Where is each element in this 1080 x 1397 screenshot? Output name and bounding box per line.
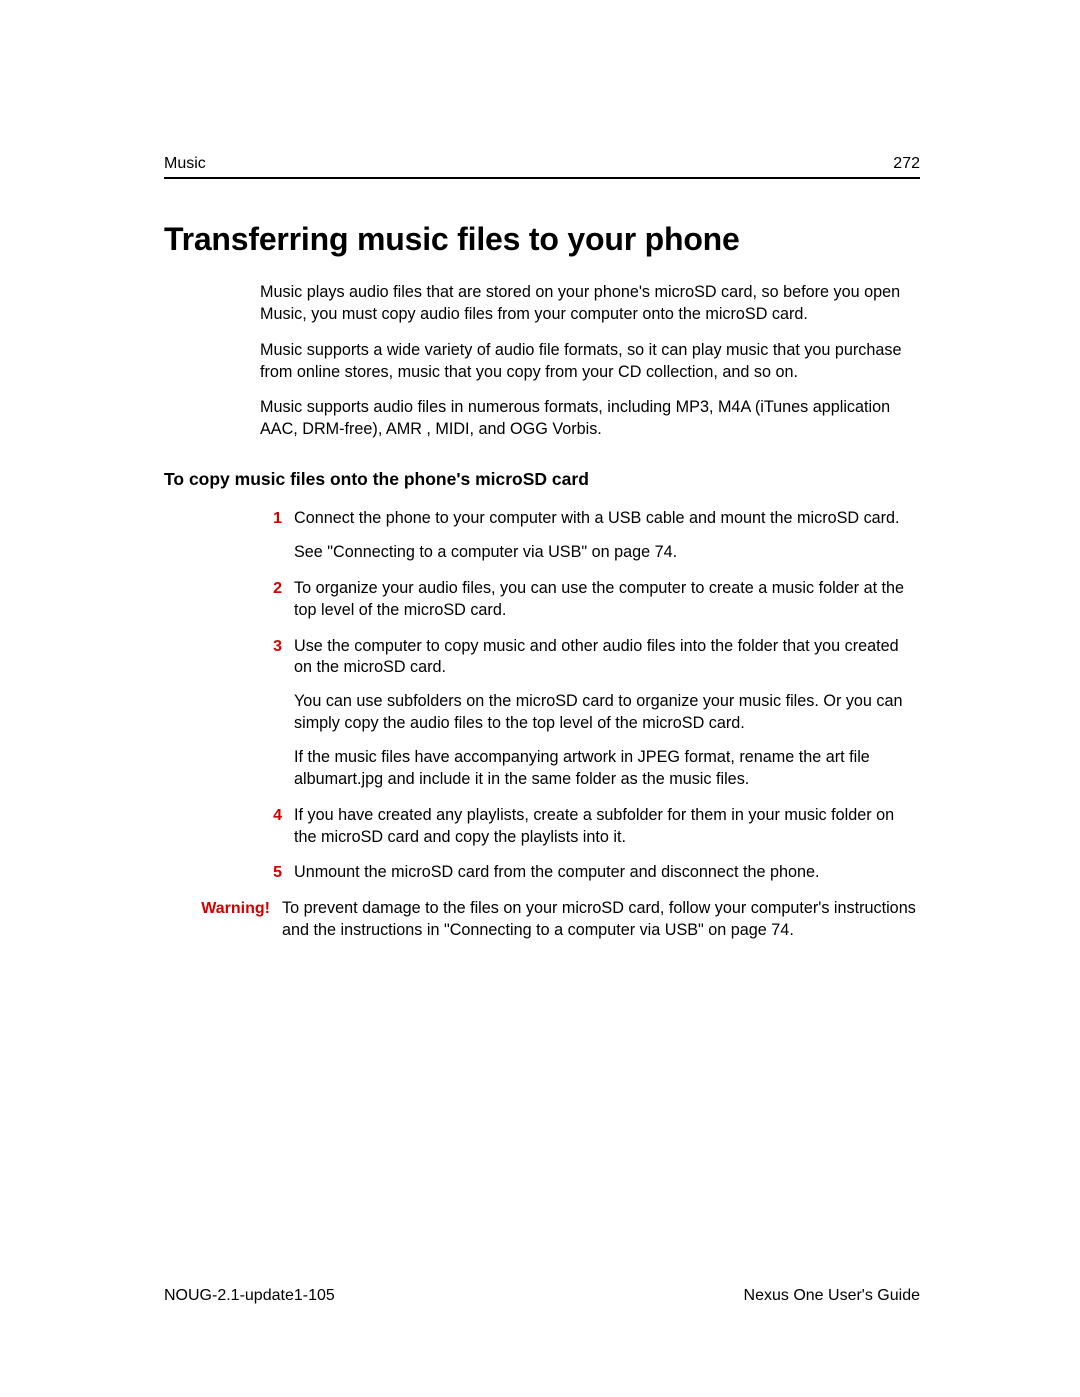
header-section: Music — [164, 155, 206, 173]
step-body: If you have created any playlists, creat… — [294, 805, 920, 849]
step-text: Unmount the microSD card from the comput… — [294, 862, 920, 884]
step-text: If the music files have accompanying art… — [294, 747, 920, 791]
footer-right: Nexus One User's Guide — [744, 1287, 920, 1305]
step-text: Connect the phone to your computer with … — [294, 508, 920, 530]
step-item: 5 Unmount the microSD card from the comp… — [260, 862, 920, 884]
intro-paragraph: Music supports audio files in numerous f… — [260, 397, 920, 441]
step-number: 4 — [260, 805, 282, 849]
step-body: Use the computer to copy music and other… — [294, 636, 920, 791]
step-number: 2 — [260, 578, 282, 622]
step-item: 2 To organize your audio files, you can … — [260, 578, 920, 622]
header-page-number: 272 — [893, 155, 920, 173]
page-footer: NOUG-2.1-update1-105 Nexus One User's Gu… — [164, 1287, 920, 1305]
subheading: To copy music files onto the phone's mic… — [164, 469, 920, 490]
document-page: Music 272 Transferring music files to yo… — [0, 0, 1080, 1397]
warning-label: Warning! — [164, 898, 282, 942]
page-title: Transferring music files to your phone — [164, 221, 920, 258]
step-text: See "Connecting to a computer via USB" o… — [294, 542, 920, 564]
intro-block: Music plays audio files that are stored … — [164, 282, 920, 441]
step-number: 1 — [260, 508, 282, 564]
warning-text: To prevent damage to the files on your m… — [282, 898, 920, 942]
step-number: 5 — [260, 862, 282, 884]
step-body: Connect the phone to your computer with … — [294, 508, 920, 564]
step-body: Unmount the microSD card from the comput… — [294, 862, 920, 884]
step-item: 1 Connect the phone to your computer wit… — [260, 508, 920, 564]
step-number: 3 — [260, 636, 282, 791]
intro-paragraph: Music plays audio files that are stored … — [260, 282, 920, 326]
step-body: To organize your audio files, you can us… — [294, 578, 920, 622]
step-text: If you have created any playlists, creat… — [294, 805, 920, 849]
running-header: Music 272 — [164, 155, 920, 179]
step-item: 4 If you have created any playlists, cre… — [260, 805, 920, 849]
step-text: Use the computer to copy music and other… — [294, 636, 920, 680]
warning-row: Warning! To prevent damage to the files … — [164, 898, 920, 942]
step-text: You can use subfolders on the microSD ca… — [294, 691, 920, 735]
intro-paragraph: Music supports a wide variety of audio f… — [260, 340, 920, 384]
footer-left: NOUG-2.1-update1-105 — [164, 1287, 335, 1305]
steps-list: 1 Connect the phone to your computer wit… — [260, 508, 920, 884]
step-text: To organize your audio files, you can us… — [294, 578, 920, 622]
step-item: 3 Use the computer to copy music and oth… — [260, 636, 920, 791]
